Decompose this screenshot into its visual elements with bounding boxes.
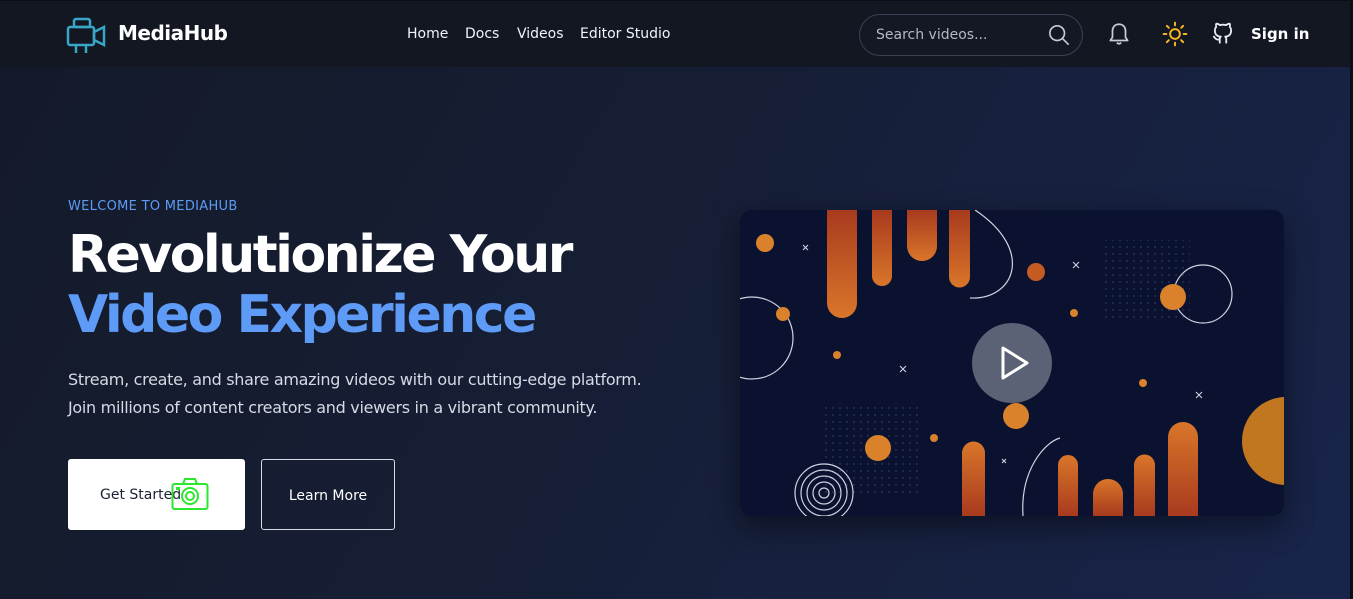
get-started-button[interactable]: Get Started: [68, 459, 245, 530]
github-icon[interactable]: [1210, 21, 1236, 47]
top-navbar: MediaHub Home Docs Videos Editor Studio: [0, 1, 1350, 67]
hero-title: Revolutionize Your Video Experience: [68, 225, 573, 345]
play-button[interactable]: [972, 323, 1052, 403]
hero-title-line1: Revolutionize Your: [68, 225, 573, 285]
learn-more-button[interactable]: Learn More: [261, 459, 395, 530]
sign-in-link[interactable]: Sign in: [1251, 25, 1309, 43]
nav-link-videos[interactable]: Videos: [517, 26, 564, 42]
hero-eyebrow: WELCOME TO MEDIAHUB: [68, 199, 238, 214]
sun-icon[interactable]: [1162, 21, 1188, 47]
video-preview[interactable]: [740, 210, 1284, 516]
brand-name[interactable]: MediaHub: [118, 21, 228, 45]
nav-link-home[interactable]: Home: [407, 26, 448, 42]
camera-icon: [171, 478, 209, 510]
hero-description: Stream, create, and share amazing videos…: [68, 370, 642, 417]
nav-link-editor-studio[interactable]: Editor Studio: [580, 26, 670, 42]
play-icon: [1001, 346, 1029, 380]
nav-link-docs[interactable]: Docs: [465, 26, 499, 42]
search-icon[interactable]: [1048, 24, 1070, 46]
hero-title-line2: Video Experience: [68, 285, 537, 345]
search-input[interactable]: [876, 15, 1046, 55]
page: MediaHub Home Docs Videos Editor Studio: [0, 0, 1353, 599]
bell-icon[interactable]: [1106, 21, 1132, 47]
get-started-label: Get Started: [100, 487, 182, 503]
search-box: [859, 14, 1083, 56]
video-camera-icon[interactable]: [66, 15, 106, 55]
learn-more-label: Learn More: [288, 488, 368, 504]
